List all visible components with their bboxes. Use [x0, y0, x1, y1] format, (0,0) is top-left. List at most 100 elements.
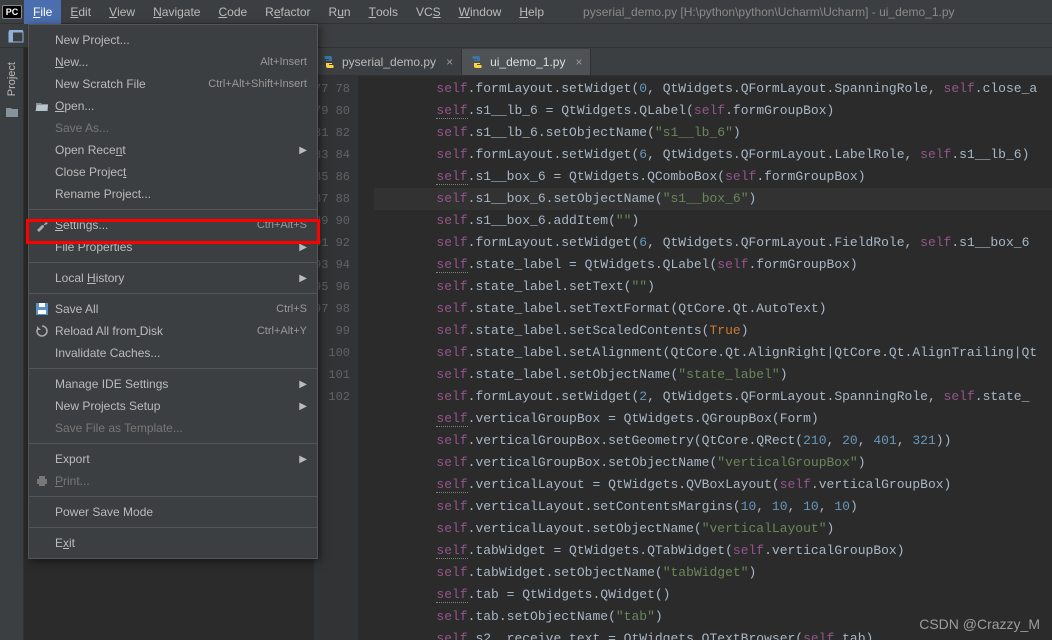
menu-item-label: Save All [55, 302, 98, 316]
python-icon [470, 55, 484, 69]
code-line: self.tabWidget.setObjectName("tabWidget"… [374, 562, 1052, 584]
menu-separator [29, 293, 317, 294]
tab-label: pyserial_demo.py [342, 55, 436, 69]
menu-item-label: Power Save Mode [55, 505, 153, 519]
menu-help[interactable]: Help [510, 0, 553, 24]
menu-item-local-history[interactable]: Local History▶ [29, 267, 317, 289]
menu-item-label: New Projects Setup [55, 399, 160, 413]
menu-item-label: Exit [55, 536, 75, 550]
close-icon[interactable]: × [446, 55, 453, 69]
menu-item-label: Close Project [55, 165, 126, 179]
menu-item-label: Save File as Template... [55, 421, 183, 435]
chevron-right-icon: ▶ [299, 379, 307, 390]
menu-item-save-all[interactable]: Save All Ctrl+S [29, 298, 317, 320]
code-line: self.state_label.setText("") [374, 276, 1052, 298]
menu-item-manage-ide-settings[interactable]: Manage IDE Settings ▶ [29, 373, 317, 395]
code-line: self.formLayout.setWidget(0, QtWidgets.Q… [374, 78, 1052, 100]
code-line: self.state_label.setTextFormat(QtCore.Qt… [374, 298, 1052, 320]
menu-item-open-recent[interactable]: Open Recent▶ [29, 139, 317, 161]
menu-item-exit[interactable]: Exit [29, 532, 317, 554]
menu-tools[interactable]: Tools [360, 0, 407, 24]
window-title: pyserial_demo.py [H:\python\python\Uchar… [583, 5, 955, 19]
menu-item-label: Invalidate Caches... [55, 346, 160, 360]
code-line: self.s1__box_6.addItem("") [374, 210, 1052, 232]
code-line: self.verticalLayout.setObjectName("verti… [374, 518, 1052, 540]
editor-tab[interactable]: pyserial_demo.py × [314, 49, 462, 75]
menu-item-print-: Print... [29, 470, 317, 492]
watermark: CSDN @Crazzy_M [919, 616, 1040, 632]
menu-item-settings-[interactable]: Settings... Ctrl+Alt+S [29, 214, 317, 236]
reload-icon [35, 324, 49, 338]
menu-refactor[interactable]: Refactor [256, 0, 319, 24]
menu-item-label: Manage IDE Settings [55, 377, 168, 391]
shortcut-label: Ctrl+Alt+S [257, 219, 307, 231]
menu-item-label: New Project... [55, 33, 130, 47]
menu-item-reload-all-from-disk[interactable]: Reload All from Disk Ctrl+Alt+Y [29, 320, 317, 342]
editor-area: pyserial_demo.py × ui_demo_1.py × 77 78 79 … [314, 48, 1052, 640]
print-icon [35, 474, 49, 488]
menu-item-new-[interactable]: New...Alt+Insert [29, 51, 317, 73]
menu-item-export[interactable]: Export ▶ [29, 448, 317, 470]
chevron-right-icon: ▶ [299, 401, 307, 412]
shortcut-label: Ctrl+Alt+Y [257, 325, 307, 337]
code-content[interactable]: self.formLayout.setWidget(0, QtWidgets.Q… [358, 76, 1052, 640]
folder-icon [5, 106, 19, 118]
project-tool-button[interactable]: Project [6, 56, 18, 102]
chevron-right-icon: ▶ [299, 242, 307, 253]
menu-separator [29, 496, 317, 497]
file-menu-dropdown: New Project...New...Alt+InsertNew Scratc… [28, 24, 318, 559]
code-line: self.verticalGroupBox = QtWidgets.QGroup… [374, 408, 1052, 430]
menu-item-invalidate-caches-[interactable]: Invalidate Caches... [29, 342, 317, 364]
menu-vcs[interactable]: VCS [407, 0, 450, 24]
menu-item-label: Reload All from Disk [55, 324, 163, 338]
menu-item-new-projects-setup[interactable]: New Projects Setup ▶ [29, 395, 317, 417]
menu-navigate[interactable]: Navigate [144, 0, 209, 24]
chevron-right-icon: ▶ [299, 454, 307, 465]
menu-item-new-project-[interactable]: New Project... [29, 29, 317, 51]
menu-item-label: Rename Project... [55, 187, 151, 201]
editor-tab[interactable]: ui_demo_1.py × [462, 49, 591, 75]
menu-edit[interactable]: Edit [61, 0, 100, 24]
menu-item-label: Settings... [55, 218, 108, 232]
menu-item-file-properties[interactable]: File Properties▶ [29, 236, 317, 258]
shortcut-label: Alt+Insert [260, 56, 307, 68]
editor-tabs: pyserial_demo.py × ui_demo_1.py × [314, 48, 1052, 76]
tab-label: ui_demo_1.py [490, 55, 565, 69]
menu-item-rename-project-[interactable]: Rename Project... [29, 183, 317, 205]
code-line: self.s1__box_6 = QtWidgets.QComboBox(sel… [374, 166, 1052, 188]
wrench-icon [35, 218, 49, 232]
ide-logo-icon: PC [0, 0, 24, 24]
code-line: self.verticalLayout = QtWidgets.QVBoxLay… [374, 474, 1052, 496]
chevron-right-icon: ▶ [299, 145, 307, 156]
menu-item-label: Export [55, 452, 90, 466]
code-line: self.formLayout.setWidget(6, QtWidgets.Q… [374, 144, 1052, 166]
code-line: self.formLayout.setWidget(2, QtWidgets.Q… [374, 386, 1052, 408]
shortcut-label: Ctrl+S [276, 303, 307, 315]
menu-item-close-project[interactable]: Close Project [29, 161, 317, 183]
menu-separator [29, 443, 317, 444]
code-line: self.s1__lb_6 = QtWidgets.QLabel(self.fo… [374, 100, 1052, 122]
toolbar-icon[interactable] [6, 26, 26, 46]
menu-item-open-[interactable]: Open... [29, 95, 317, 117]
menu-run[interactable]: Run [320, 0, 360, 24]
chevron-right-icon: ▶ [299, 273, 307, 284]
menu-window[interactable]: Window [450, 0, 511, 24]
menu-item-label: New Scratch File [55, 77, 146, 91]
menu-item-save-as-: Save As... [29, 117, 317, 139]
code-line: self.verticalLayout.setContentsMargins(1… [374, 496, 1052, 518]
menu-item-label: Save As... [55, 121, 109, 135]
menu-view[interactable]: View [100, 0, 144, 24]
menu-separator [29, 368, 317, 369]
code-line: self.state_label = QtWidgets.QLabel(self… [374, 254, 1052, 276]
close-icon[interactable]: × [575, 55, 582, 69]
shortcut-label: Ctrl+Alt+Shift+Insert [208, 78, 307, 90]
menu-item-save-file-as-template-: Save File as Template... [29, 417, 317, 439]
menubar: PC FileEditViewNavigateCodeRefactorRunTo… [0, 0, 1052, 24]
menu-code[interactable]: Code [209, 0, 256, 24]
menu-item-new-scratch-file[interactable]: New Scratch File Ctrl+Alt+Shift+Insert [29, 73, 317, 95]
code-line: self.state_label.setAlignment(QtCore.Qt.… [374, 342, 1052, 364]
line-gutter: 77 78 79 80 81 82 83 84 85 86 87 88 89 9… [314, 76, 358, 640]
menu-file[interactable]: File [24, 0, 61, 24]
code-line: self.verticalGroupBox.setGeometry(QtCore… [374, 430, 1052, 452]
menu-item-power-save-mode[interactable]: Power Save Mode [29, 501, 317, 523]
